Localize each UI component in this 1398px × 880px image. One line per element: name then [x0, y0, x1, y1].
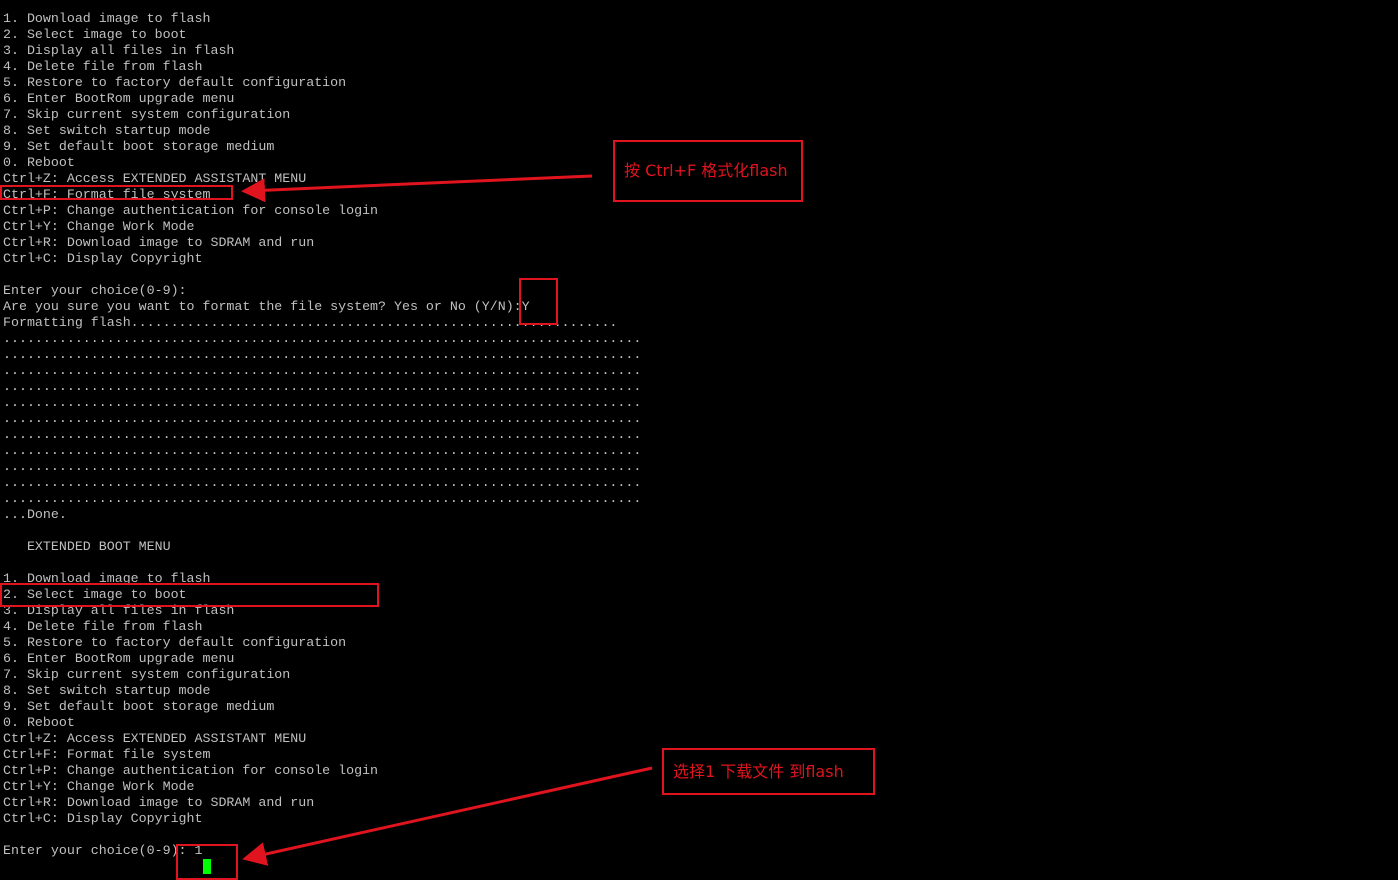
annotation-arrows: [241, 174, 653, 866]
arrow-to-choice-input: [242, 766, 653, 866]
arrow-to-ctrl-f: [241, 174, 593, 203]
